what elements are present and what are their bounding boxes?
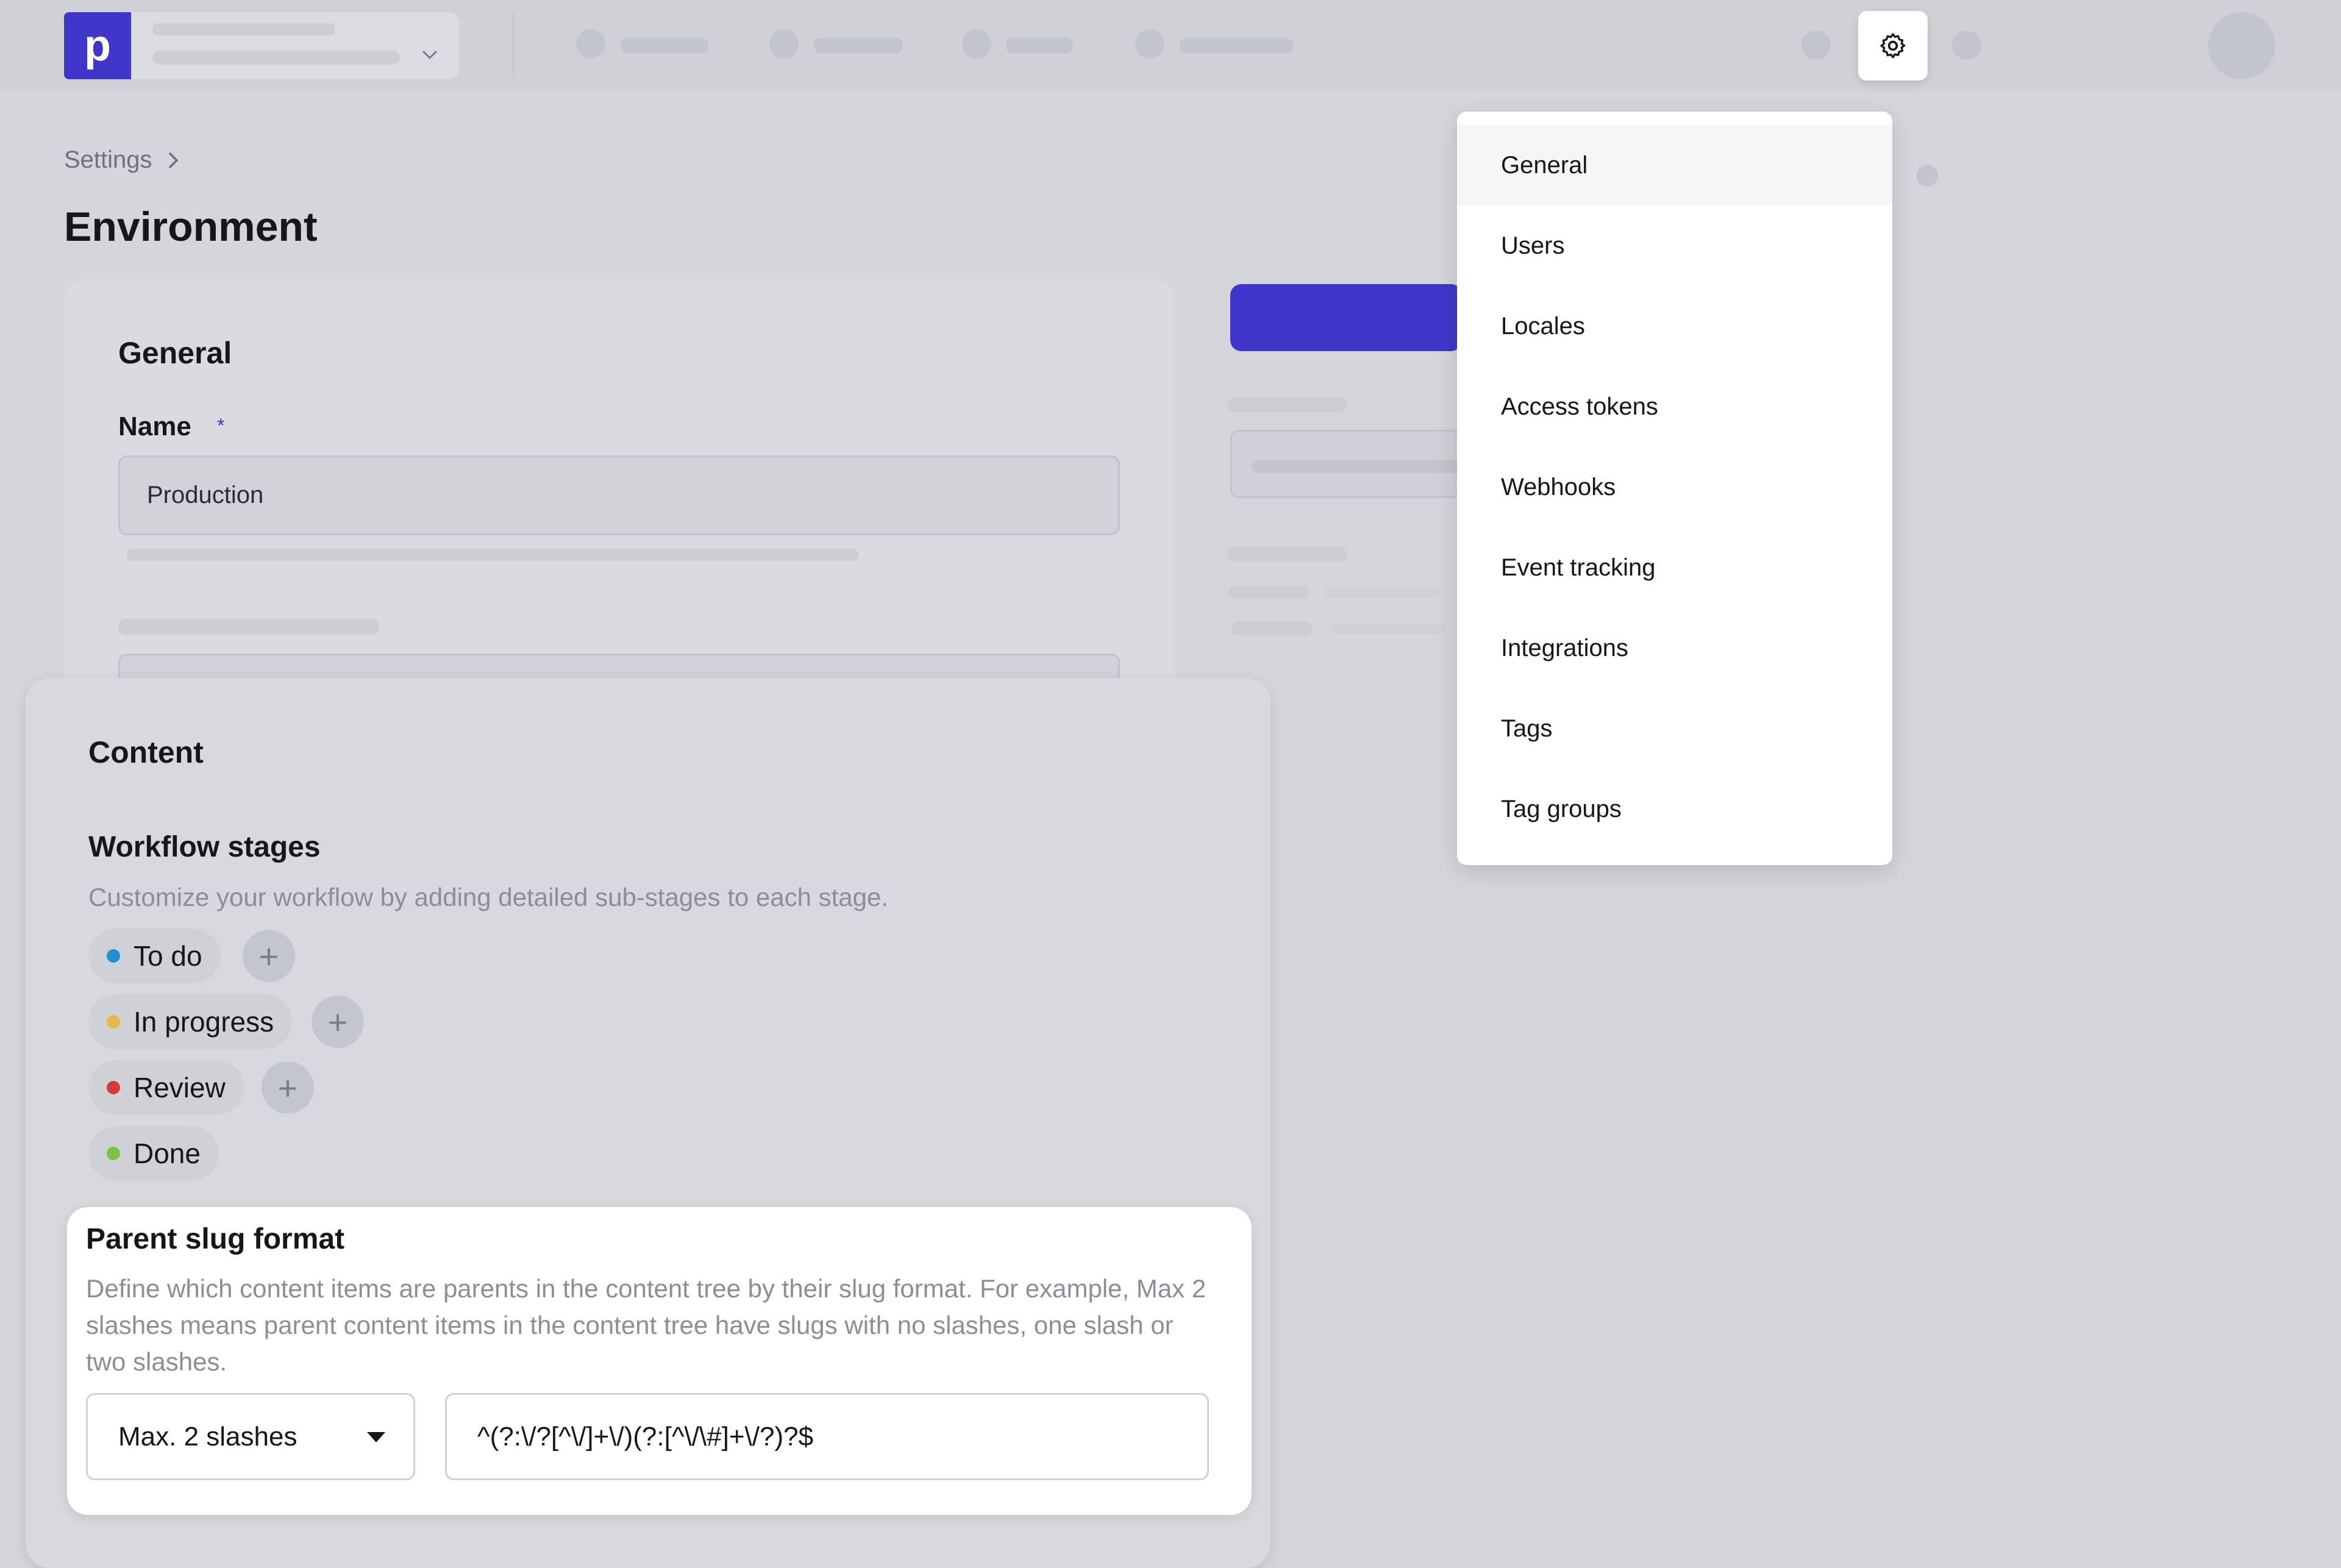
stage-chip-done[interactable]: Done	[88, 1126, 219, 1181]
workflow-stages-description: Customize your workflow by adding detail…	[88, 883, 889, 911]
indicator-dot	[1916, 165, 1938, 187]
menu-item-webhooks[interactable]: Webhooks	[1457, 447, 1892, 527]
logo-letter: p	[84, 21, 111, 70]
content-card-title: Content	[88, 735, 204, 769]
slug-regex-value: ^(?:\/?[^\/]+\/)(?:[^\/\#]+\/?)?$	[477, 1421, 814, 1452]
menu-item-tag-groups[interactable]: Tag groups	[1457, 769, 1892, 849]
menu-item-label: Tags	[1501, 715, 1553, 742]
chevron-down-icon	[422, 51, 437, 60]
name-input-value: Production	[147, 482, 264, 508]
parent-slug-format-description: Define which content items are parents i…	[86, 1274, 1206, 1376]
menu-item-general[interactable]: General	[1457, 125, 1892, 205]
menu-item-label: Integrations	[1501, 634, 1629, 661]
stage-label: To do	[134, 940, 202, 972]
settings-button[interactable]	[1858, 11, 1928, 80]
stage-color-dot	[107, 1081, 120, 1094]
sidebar-input-value-placeholder	[1252, 460, 1471, 473]
name-label: Name	[118, 412, 191, 441]
stage-color-dot	[107, 1147, 120, 1160]
parent-slug-format-title: Parent slug format	[86, 1223, 345, 1255]
app-logo[interactable]: p	[64, 12, 131, 79]
slug-format-select[interactable]: Max. 2 slashes	[86, 1393, 415, 1480]
name-input[interactable]: Production	[118, 455, 1120, 535]
plus-icon: +	[327, 1002, 348, 1041]
field-label-placeholder	[118, 619, 379, 635]
menu-item-label: Webhooks	[1501, 473, 1616, 501]
stage-color-dot	[107, 949, 120, 963]
menu-item-event-tracking[interactable]: Event tracking	[1457, 527, 1892, 608]
general-card-title: General	[118, 336, 232, 370]
nav-label-placeholder[interactable]	[814, 38, 903, 54]
sidebar-label-placeholder	[1227, 547, 1347, 561]
nav-label-placeholder[interactable]	[1180, 38, 1293, 54]
help-text-placeholder	[127, 549, 858, 561]
nav-label-placeholder[interactable]	[1006, 38, 1073, 54]
add-substage-button[interactable]: +	[243, 930, 295, 982]
menu-item-label: Access tokens	[1501, 393, 1658, 420]
workflow-stages-title: Workflow stages	[88, 831, 321, 863]
save-button[interactable]	[1230, 284, 1462, 351]
stage-label: Done	[134, 1138, 201, 1169]
add-substage-button[interactable]: +	[262, 1061, 314, 1114]
menu-item-access-tokens[interactable]: Access tokens	[1457, 366, 1892, 447]
add-substage-button[interactable]: +	[312, 996, 364, 1048]
sidebar-row-placeholder	[1323, 586, 1439, 597]
avatar[interactable]	[2208, 12, 2275, 79]
plus-icon: +	[277, 1068, 298, 1107]
project-selector[interactable]	[131, 12, 459, 79]
menu-item-integrations[interactable]: Integrations	[1457, 608, 1892, 688]
sidebar-label-placeholder	[1227, 397, 1347, 412]
gear-icon	[1880, 33, 1906, 59]
nav-icon-placeholder[interactable]	[1135, 29, 1164, 59]
project-env-placeholder	[152, 51, 400, 65]
sidebar-row-placeholder	[1331, 623, 1447, 634]
nav-icon-placeholder[interactable]	[576, 29, 605, 59]
page-title: Environment	[64, 204, 318, 250]
sidebar-input-placeholder[interactable]	[1230, 430, 1471, 498]
topbar-icon-placeholder[interactable]	[1952, 30, 1981, 60]
project-name-placeholder	[152, 23, 335, 35]
stage-label: In progress	[134, 1006, 274, 1038]
menu-item-locales[interactable]: Locales	[1457, 286, 1892, 366]
required-marker: *	[217, 415, 225, 437]
chevron-right-icon	[168, 152, 179, 168]
sidebar-row-placeholder	[1228, 585, 1309, 599]
plus-icon: +	[258, 936, 279, 975]
caret-down-icon	[367, 1431, 385, 1442]
nav-icon-placeholder[interactable]	[962, 29, 991, 59]
topbar-icon-placeholder[interactable]	[1801, 30, 1831, 60]
menu-item-tags[interactable]: Tags	[1457, 688, 1892, 769]
topbar-divider	[512, 12, 515, 77]
menu-item-label: Event tracking	[1501, 554, 1656, 581]
stage-chip-todo[interactable]: To do	[88, 928, 221, 983]
stage-color-dot	[107, 1015, 120, 1028]
stage-label: Review	[134, 1072, 226, 1103]
menu-item-label: Tag groups	[1501, 795, 1622, 822]
menu-item-label: Locales	[1501, 312, 1585, 340]
stage-chip-in-progress[interactable]: In progress	[88, 994, 293, 1049]
menu-item-users[interactable]: Users	[1457, 205, 1892, 286]
breadcrumb-settings[interactable]: Settings	[64, 146, 152, 174]
nav-icon-placeholder[interactable]	[769, 29, 799, 59]
breadcrumb: Settings	[64, 146, 180, 174]
stage-chip-review[interactable]: Review	[88, 1060, 244, 1115]
menu-item-label: General	[1501, 151, 1588, 179]
menu-item-label: Users	[1501, 232, 1565, 259]
slug-format-select-value: Max. 2 slashes	[118, 1421, 298, 1452]
slug-regex-input[interactable]: ^(?:\/?[^\/]+\/)(?:[^\/\#]+\/?)?$	[445, 1393, 1209, 1480]
sidebar-row-placeholder	[1231, 622, 1312, 635]
settings-menu: General Users Locales Access tokens Webh…	[1457, 112, 1892, 865]
nav-label-placeholder[interactable]	[621, 38, 708, 54]
